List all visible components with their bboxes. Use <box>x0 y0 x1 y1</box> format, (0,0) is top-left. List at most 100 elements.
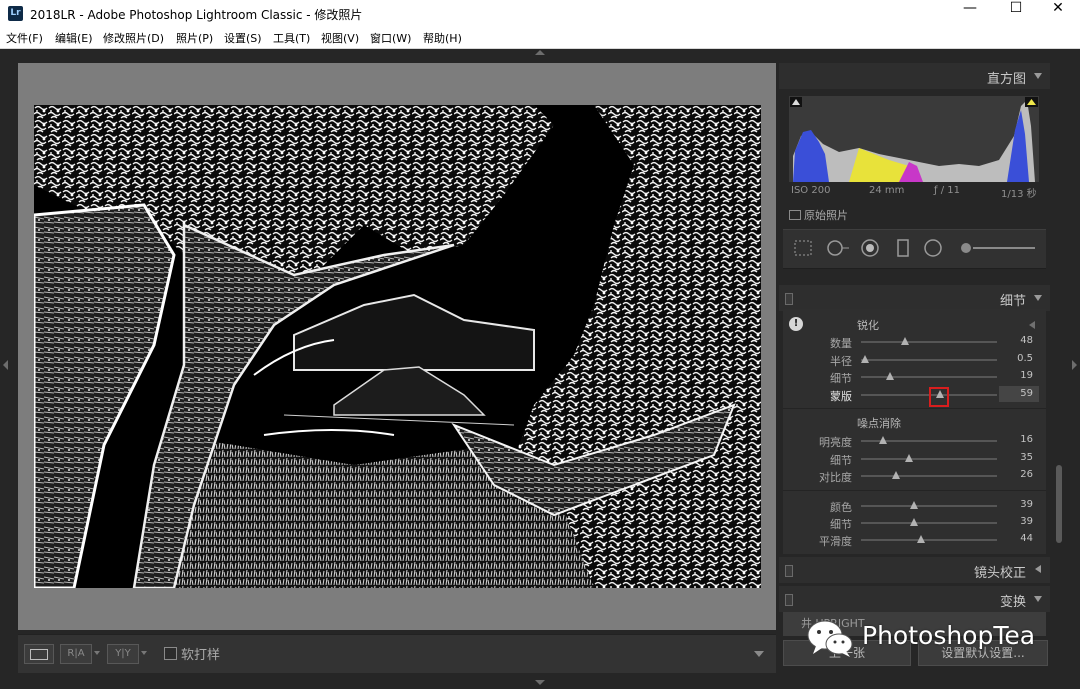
slider-track[interactable] <box>861 471 997 479</box>
slider-value[interactable]: 16 <box>1020 434 1033 445</box>
slider-value[interactable]: 19 <box>1020 370 1033 381</box>
expand-triangle-icon <box>1035 565 1041 573</box>
slider-track[interactable] <box>861 501 997 509</box>
transform-panel-header[interactable]: 变换 <box>779 586 1050 612</box>
slider-luminance-contrast[interactable]: 对比度 26 <box>783 467 1046 484</box>
toolbar-options-dropdown-icon[interactable] <box>754 651 764 657</box>
loupe-view-button[interactable] <box>24 644 54 664</box>
top-panel-toggle-icon[interactable] <box>535 50 545 55</box>
detail-panel-header[interactable]: 细节 <box>779 285 1050 311</box>
slider-value[interactable]: 48 <box>1020 335 1033 346</box>
noise-reduction-title: 噪点消除 <box>857 417 901 430</box>
menu-develop[interactable]: 修改照片(D) <box>103 30 164 46</box>
right-panel-scrollbar[interactable] <box>1053 63 1065 672</box>
slider-track[interactable] <box>861 337 997 345</box>
bottom-panel-toggle-icon[interactable] <box>535 680 545 685</box>
develop-tool-strip <box>783 229 1046 269</box>
slider-value[interactable]: 59 <box>1020 388 1033 399</box>
collapse-triangle-icon <box>1034 73 1042 79</box>
slider-value[interactable]: 0.5 <box>1017 353 1033 364</box>
slider-luminance[interactable]: 明亮度 16 <box>783 432 1046 449</box>
crop-overlay-icon[interactable] <box>793 239 813 261</box>
transform-switch[interactable] <box>785 594 793 606</box>
slider-thumb[interactable] <box>916 535 925 543</box>
slider-track[interactable] <box>861 535 997 543</box>
menu-edit[interactable]: 编辑(E) <box>55 30 93 46</box>
menu-tools[interactable]: 工具(T) <box>273 30 310 46</box>
edge-mask-preview-image[interactable] <box>34 105 761 588</box>
graduated-filter-icon[interactable] <box>895 239 911 261</box>
slider-thumb[interactable] <box>892 471 901 479</box>
yy-view-menu-caret-icon[interactable] <box>141 651 147 655</box>
slider-thumb[interactable] <box>910 518 919 526</box>
original-photo-checkbox[interactable] <box>789 210 801 220</box>
menu-settings[interactable]: 设置(S) <box>224 30 262 46</box>
menu-file[interactable]: 文件(F) <box>6 30 43 46</box>
right-panel-toggle-icon[interactable] <box>1072 360 1077 370</box>
slider-color-detail[interactable]: 细节 39 <box>783 514 1046 531</box>
slider-amount[interactable]: 数量 48 <box>783 333 1046 350</box>
loupe-view-icon <box>30 649 48 660</box>
slider-value-box[interactable] <box>999 386 1039 402</box>
slider-luminance-detail[interactable]: 细节 35 <box>783 450 1046 467</box>
slider-track[interactable] <box>861 372 997 380</box>
lens-correction-panel-header[interactable]: 镜头校正 <box>779 557 1050 583</box>
detail-panel-switch[interactable] <box>785 293 793 305</box>
maximize-button[interactable]: ☐ <box>994 0 1038 28</box>
slider-value[interactable]: 26 <box>1020 469 1033 480</box>
menu-window[interactable]: 窗口(W) <box>370 30 411 46</box>
slider-thumb[interactable] <box>885 372 894 380</box>
slider-thumb[interactable] <box>904 454 913 462</box>
slider-value[interactable]: 39 <box>1020 516 1033 527</box>
menu-view[interactable]: 视图(V) <box>321 30 359 46</box>
menu-bar: 文件(F) 编辑(E) 修改照片(D) 照片(P) 设置(S) 工具(T) 视图… <box>0 28 1080 49</box>
scrollbar-thumb[interactable] <box>1056 465 1062 543</box>
before-after-menu-caret-icon[interactable] <box>94 651 100 655</box>
before-after-button[interactable]: R|A <box>60 644 92 664</box>
slider-label: 半径 <box>830 355 852 368</box>
warning-icon[interactable]: ! <box>789 317 803 331</box>
slider-thumb[interactable] <box>861 355 870 363</box>
slider-smoothness[interactable]: 平滑度 44 <box>783 531 1046 548</box>
divider <box>783 490 1046 491</box>
slider-label: 对比度 <box>819 471 852 484</box>
original-photo-label: 原始照片 <box>804 209 848 222</box>
menu-help[interactable]: 帮助(H) <box>423 30 462 46</box>
right-panel: 直方图 ISO 200 24 mm ƒ / 11 1/13 秒 原始照片 细节 … <box>779 63 1050 672</box>
slider-color[interactable]: 颜色 39 <box>783 497 1046 514</box>
bottom-toolbar: R|A Y|Y 软打样 <box>18 634 776 673</box>
slider-track[interactable] <box>861 454 997 462</box>
slider-value[interactable]: 39 <box>1020 499 1033 510</box>
collapse-triangle-icon <box>1034 596 1042 602</box>
slider-masking[interactable]: 蒙版 59 <box>783 386 1046 403</box>
slider-value[interactable]: 35 <box>1020 452 1033 463</box>
menu-photo[interactable]: 照片(P) <box>176 30 213 46</box>
sharpening-collapse-icon[interactable] <box>1029 321 1035 329</box>
slider-thumb[interactable] <box>900 337 909 345</box>
slider-sharpen-detail[interactable]: 细节 19 <box>783 368 1046 385</box>
left-panel-toggle-icon[interactable] <box>3 360 8 370</box>
slider-track[interactable] <box>861 355 997 363</box>
window-title: 2018LR - Adobe Photoshop Lightroom Class… <box>30 8 363 22</box>
minimize-button[interactable]: — <box>948 0 992 28</box>
slider-value[interactable]: 44 <box>1020 533 1033 544</box>
adjustment-brush-icon[interactable] <box>959 239 1039 261</box>
histogram-panel-header[interactable]: 直方图 <box>779 63 1050 89</box>
histogram-graph[interactable] <box>789 96 1039 182</box>
radial-filter-icon[interactable] <box>923 239 943 261</box>
red-eye-icon[interactable] <box>860 239 880 261</box>
image-canvas[interactable] <box>18 63 776 630</box>
slider-track[interactable] <box>861 518 997 526</box>
spot-removal-icon[interactable] <box>825 239 851 261</box>
lens-correction-switch[interactable] <box>785 565 793 577</box>
slider-label: 细节 <box>830 454 852 467</box>
slider-thumb[interactable] <box>878 436 887 444</box>
yy-view-button[interactable]: Y|Y <box>107 644 139 664</box>
softproof-checkbox[interactable] <box>164 647 177 660</box>
detail-panel-title: 细节 <box>999 294 1026 309</box>
close-button[interactable]: ✕ <box>1036 0 1080 28</box>
window-titlebar: Lr 2018LR - Adobe Photoshop Lightroom Cl… <box>0 0 1080 28</box>
slider-thumb[interactable] <box>910 501 919 509</box>
slider-track[interactable] <box>861 436 997 444</box>
slider-radius[interactable]: 半径 0.5 <box>783 351 1046 368</box>
